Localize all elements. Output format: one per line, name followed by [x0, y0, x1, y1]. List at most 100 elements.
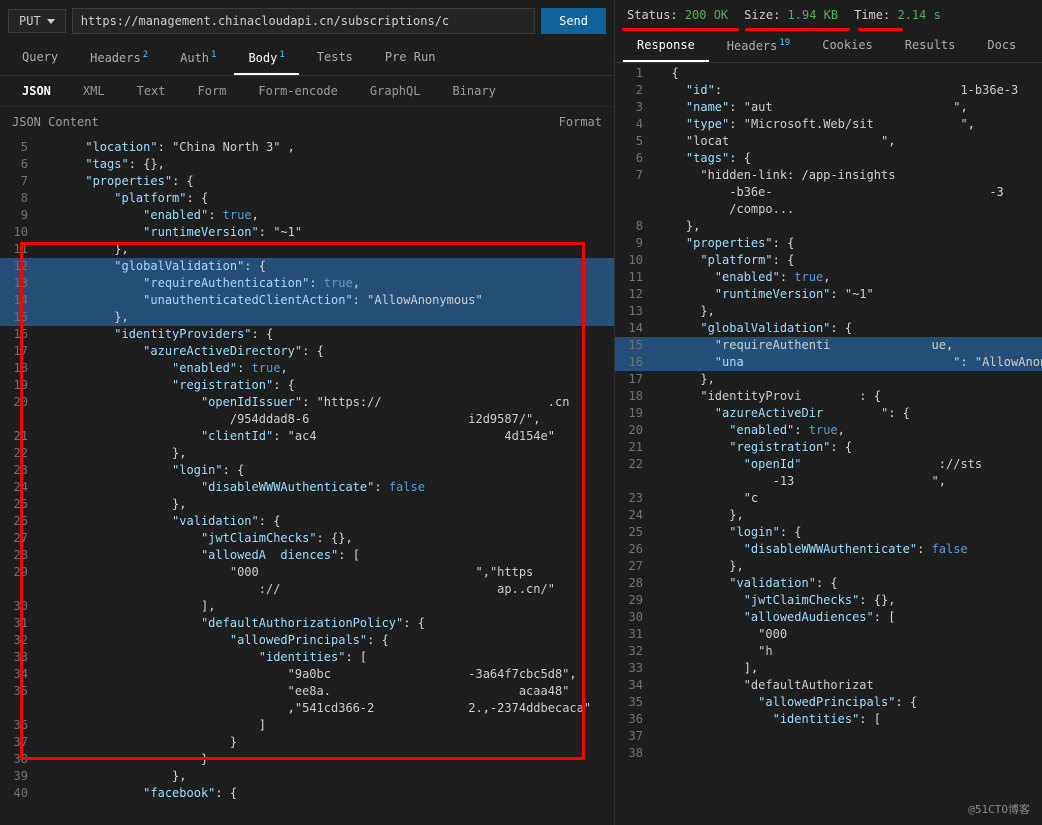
tab-auth[interactable]: Auth1 — [166, 42, 230, 75]
url-input[interactable] — [72, 8, 535, 34]
response-status-bar: Status: 200 OK Size: 1.94 KB Time: 2.14 … — [615, 0, 1042, 30]
subtab-formencode[interactable]: Form-encode — [244, 76, 351, 106]
code-line: 12 "globalValidation": { — [0, 258, 614, 275]
code-line: 25 }, — [0, 496, 614, 513]
code-line: 3 "name": "aut ", — [615, 99, 1042, 116]
code-line: 34 "9a0bc -3a64f7cbc5d8", — [0, 666, 614, 683]
code-line: -b36e- -3 — [615, 184, 1042, 201]
tab-query[interactable]: Query — [8, 42, 72, 75]
tab-headers[interactable]: Headers2 — [76, 42, 162, 75]
tab-docs[interactable]: Docs — [973, 30, 1030, 62]
code-line: 33 "identities": [ — [0, 649, 614, 666]
code-line: 5 "location": "China North 3" , — [0, 139, 614, 156]
code-line: 4 "type": "Microsoft.Web/sit ", — [615, 116, 1042, 133]
tab-results[interactable]: Results — [891, 30, 970, 62]
code-line: 13 }, — [615, 303, 1042, 320]
code-line: 20 "openIdIssuer": "https:// .cn — [0, 394, 614, 411]
code-line: 15 "requireAuthenti ue, — [615, 337, 1042, 354]
code-line: 32 "allowedPrincipals": { — [0, 632, 614, 649]
code-line: 31 "defaultAuthorizationPolicy": { — [0, 615, 614, 632]
code-line: 8 "platform": { — [0, 190, 614, 207]
highlight-annotation — [622, 28, 739, 31]
code-line: 13 "requireAuthentication": true, — [0, 275, 614, 292]
code-line: 30 ], — [0, 598, 614, 615]
code-line: 37 — [615, 728, 1042, 745]
code-line: 33 ], — [615, 660, 1042, 677]
code-line: 29 "jwtClaimChecks": {}, — [615, 592, 1042, 609]
code-line: 21 "registration": { — [615, 439, 1042, 456]
http-method-select[interactable]: PUT — [8, 9, 66, 33]
content-header-label: JSON Content — [12, 115, 99, 129]
code-line: 10 "runtimeVersion": "~1" — [0, 224, 614, 241]
code-line: 6 "tags": { — [615, 150, 1042, 167]
code-line: 9 "enabled": true, — [0, 207, 614, 224]
code-line: 38 } — [0, 751, 614, 768]
code-line: 7 "properties": { — [0, 173, 614, 190]
code-line: 19 "azureActiveDir ": { — [615, 405, 1042, 422]
highlight-annotation — [745, 28, 850, 31]
code-line: 24 "disableWWWAuthenticate": false — [0, 479, 614, 496]
code-line: ,"541cd366-2 2.,-2374ddbecaca" — [0, 700, 614, 717]
code-line: 17 "azureActiveDirectory": { — [0, 343, 614, 360]
subtab-form[interactable]: Form — [184, 76, 241, 106]
code-line: 2 "id": 1-b36e-3 — [615, 82, 1042, 99]
code-line: 32 "h — [615, 643, 1042, 660]
code-line: 18 "enabled": true, — [0, 360, 614, 377]
code-line: 11 }, — [0, 241, 614, 258]
subtab-json[interactable]: JSON — [8, 76, 65, 106]
subtab-binary[interactable]: Binary — [438, 76, 509, 106]
response-body-viewer[interactable]: 1 {2 "id": 1-b36e-33 "name": "aut ",4 "t… — [615, 63, 1042, 825]
tab-tests[interactable]: Tests — [303, 42, 367, 75]
code-line: 38 — [615, 745, 1042, 762]
code-line: 9 "properties": { — [615, 235, 1042, 252]
code-line: 14 "unauthenticatedClientAction": "Allow… — [0, 292, 614, 309]
request-body-editor[interactable]: 5 "location": "China North 3" ,6 "tags":… — [0, 137, 614, 825]
code-line: 5 "locat ", — [615, 133, 1042, 150]
code-line: 14 "globalValidation": { — [615, 320, 1042, 337]
code-line: 29 "000 ","https — [0, 564, 614, 581]
code-line: 8 }, — [615, 218, 1042, 235]
code-line: 40 "facebook": { — [0, 785, 614, 802]
code-line: 28 "allowedA diences": [ — [0, 547, 614, 564]
subtab-graphql[interactable]: GraphQL — [356, 76, 435, 106]
code-line: 26 "disableWWWAuthenticate": false — [615, 541, 1042, 558]
tab-prerun[interactable]: Pre Run — [371, 42, 450, 75]
code-line: 36 ] — [0, 717, 614, 734]
code-line: 31 "000 — [615, 626, 1042, 643]
chevron-down-icon — [47, 19, 55, 24]
code-line: 30 "allowedAudiences": [ — [615, 609, 1042, 626]
code-line: 28 "validation": { — [615, 575, 1042, 592]
code-line: /compo... — [615, 201, 1042, 218]
code-line: 25 "login": { — [615, 524, 1042, 541]
code-line: 27 "jwtClaimChecks": {}, — [0, 530, 614, 547]
response-tabs: Response Headers19 Cookies Results Docs — [615, 30, 1042, 63]
subtab-xml[interactable]: XML — [69, 76, 119, 106]
format-button[interactable]: Format — [559, 115, 602, 129]
code-line: 37 } — [0, 734, 614, 751]
code-line: 1 { — [615, 65, 1042, 82]
body-type-tabs: JSON XML Text Form Form-encode GraphQL B… — [0, 76, 614, 107]
code-line: 15 }, — [0, 309, 614, 326]
code-line: 36 "identities": [ — [615, 711, 1042, 728]
tab-cookies[interactable]: Cookies — [808, 30, 887, 62]
code-line: :// ap..cn/" — [0, 581, 614, 598]
tab-body[interactable]: Body1 — [234, 42, 298, 75]
code-line: 24 }, — [615, 507, 1042, 524]
code-line: -13 ", — [615, 473, 1042, 490]
http-method-label: PUT — [19, 14, 41, 28]
subtab-text[interactable]: Text — [123, 76, 180, 106]
code-line: 35 "ee8a. acaa48" — [0, 683, 614, 700]
send-button[interactable]: Send — [541, 8, 606, 34]
code-line: 10 "platform": { — [615, 252, 1042, 269]
tab-response[interactable]: Response — [623, 30, 709, 62]
request-tabs: Query Headers2 Auth1 Body1 Tests Pre Run — [0, 42, 614, 76]
code-line: 19 "registration": { — [0, 377, 614, 394]
code-line: 11 "enabled": true, — [615, 269, 1042, 286]
code-line: 21 "clientId": "ac4 4d154e" — [0, 428, 614, 445]
code-line: 27 }, — [615, 558, 1042, 575]
code-line: 23 "login": { — [0, 462, 614, 479]
tab-resp-headers[interactable]: Headers19 — [713, 30, 804, 62]
code-line: 16 "identityProviders": { — [0, 326, 614, 343]
code-line: 12 "runtimeVersion": "~1" — [615, 286, 1042, 303]
code-line: 18 "identityProvi : { — [615, 388, 1042, 405]
